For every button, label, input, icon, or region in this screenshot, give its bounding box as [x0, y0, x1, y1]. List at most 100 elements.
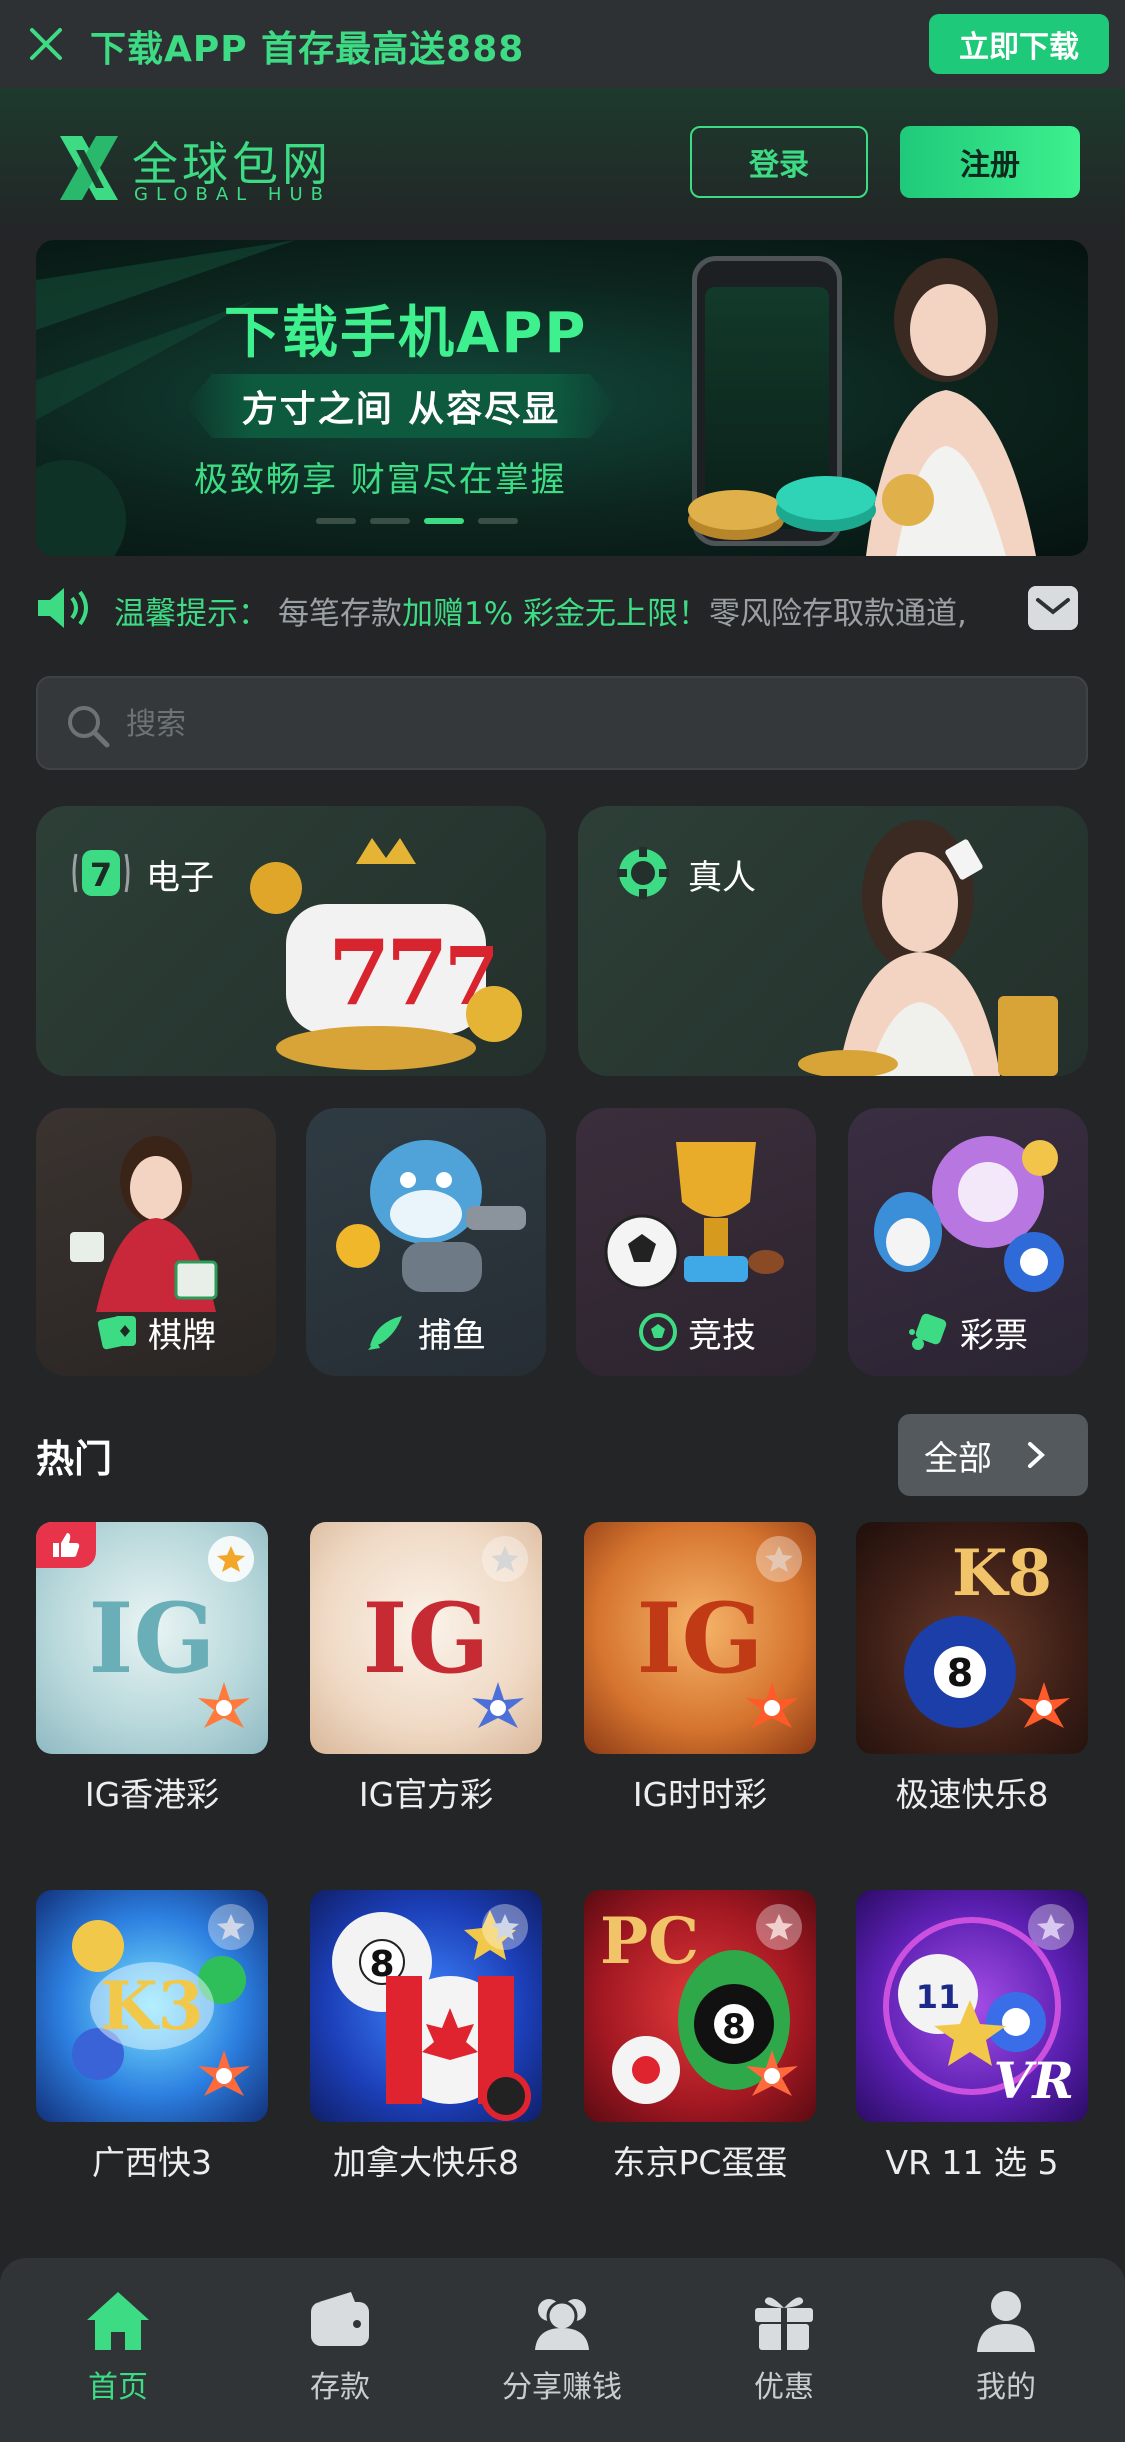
banner-subtitle: 方寸之间 从容尽显 — [241, 389, 561, 430]
game-card[interactable]: K3 广西快3 — [36, 1890, 268, 2184]
star-icon — [765, 1546, 793, 1572]
game-card[interactable]: IG IG香港彩 — [36, 1522, 268, 1816]
coin-stack-image — [688, 474, 934, 540]
game-name: IG时时彩 — [632, 1775, 768, 1814]
login-button[interactable]: 登录 — [690, 126, 868, 198]
flower-badge-icon — [198, 1682, 250, 1728]
soccer-ball-icon — [639, 1313, 677, 1351]
star-icon — [765, 1914, 793, 1940]
search-icon — [68, 706, 110, 748]
game-card[interactable]: 8 加拿大快乐8 — [310, 1890, 542, 2184]
game-card[interactable]: IG IG官方彩 — [310, 1522, 542, 1816]
wallet-icon — [311, 2292, 369, 2346]
home-icon — [87, 2292, 149, 2350]
flower-badge-icon — [746, 1682, 798, 1728]
chevron-right-icon — [1028, 1442, 1045, 1468]
banner-dot[interactable] — [478, 518, 518, 524]
logo-subtitle: GLOBAL HUB — [134, 184, 331, 205]
search-input[interactable] — [126, 696, 1026, 752]
game-name: 极速快乐8 — [895, 1775, 1049, 1814]
logo[interactable]: 全球包网 GLOBAL HUB — [56, 128, 356, 208]
thumbs-up-icon — [53, 1533, 80, 1557]
view-all-label: 全部 — [924, 1438, 992, 1479]
favorite-star-button[interactable] — [208, 1904, 254, 1950]
tab-label: 存款 — [310, 2370, 370, 2405]
tab-promotions[interactable]: 优惠 — [704, 2288, 864, 2418]
lottery-balls-image — [874, 1136, 1064, 1292]
banner-dot[interactable] — [370, 518, 410, 524]
close-icon[interactable] — [26, 24, 66, 64]
banner-dot[interactable] — [316, 518, 356, 524]
tab-label: 我的 — [976, 2370, 1036, 2405]
banner-tagline: 极致畅享 财富尽在掌握 — [194, 460, 567, 500]
category-lottery[interactable]: 彩票 — [848, 1108, 1088, 1376]
game-name: VR 11 选 5 — [885, 2143, 1059, 2182]
download-bar: 下载APP 首存最高送888 立即下载 — [0, 0, 1125, 88]
users-icon — [535, 2299, 589, 2350]
favorite-star-button[interactable] — [756, 1904, 802, 1950]
notice-text: 每笔存款加赠1% 彩金无上限！零风险存取款通道, — [278, 588, 1038, 633]
game-name: 加拿大快乐8 — [333, 2143, 519, 2182]
notice-label: 温馨提示： — [114, 596, 269, 632]
favorite-star-button[interactable] — [756, 1536, 802, 1582]
tab-profile[interactable]: 我的 — [926, 2288, 1086, 2418]
logo-x-icon — [60, 136, 118, 200]
tab-label: 分享赚钱 — [502, 2370, 622, 2405]
register-button[interactable]: 注册 — [900, 126, 1080, 198]
category-label: 彩票 — [960, 1316, 1028, 1356]
lottery-ticket-icon — [909, 1313, 947, 1350]
tab-label: 优惠 — [754, 2370, 814, 2405]
download-now-button[interactable]: 立即下载 — [929, 14, 1109, 74]
tab-home[interactable]: 首页 — [38, 2288, 198, 2418]
thumbs-up-badge — [36, 1522, 96, 1568]
game-thumbnail: 11 VR — [856, 1890, 1088, 2122]
category-label: 捕鱼 — [418, 1316, 486, 1356]
favorite-star-button[interactable] — [482, 1536, 528, 1582]
favorite-star-button[interactable] — [208, 1536, 254, 1582]
game-card[interactable]: 8 K8 极速快乐8 — [856, 1522, 1088, 1816]
gift-icon — [755, 2297, 813, 2350]
user-icon — [977, 2291, 1035, 2352]
banner-pagination — [316, 518, 518, 524]
game-thumbnail: IG — [584, 1522, 816, 1754]
category-sports[interactable]: 竞技 — [576, 1108, 816, 1376]
game-card[interactable]: 8 PC 东京PC蛋蛋 — [584, 1890, 816, 2184]
speaker-icon — [38, 588, 88, 628]
trophy-ball-image — [604, 1142, 784, 1290]
game-card[interactable]: 11 VR VR 11 选 5 — [856, 1890, 1088, 2184]
star-icon — [491, 1546, 519, 1572]
notice-marquee[interactable]: 温馨提示： 每笔存款加赠1% 彩金无上限！零风险存取款通道, — [36, 580, 1088, 636]
category-live[interactable]: 真人 — [578, 806, 1088, 1076]
banner-subtitle-ribbon: 方寸之间 从容尽显 — [186, 374, 616, 438]
game-thumbnail: IG — [36, 1522, 268, 1754]
game-name: IG香港彩 — [84, 1775, 220, 1814]
game-thumbnail: 8 PC — [584, 1890, 816, 2122]
game-card[interactable]: IG IG时时彩 — [584, 1522, 816, 1816]
search-bar[interactable] — [36, 676, 1088, 770]
tab-label: 首页 — [88, 2370, 148, 2405]
category-label: 竞技 — [688, 1316, 756, 1356]
svg-text:7: 7 — [328, 920, 391, 1026]
category-chess[interactable]: 棋牌 — [36, 1108, 276, 1376]
casino-chip-icon — [617, 847, 669, 899]
banner-dot-active[interactable] — [424, 518, 464, 524]
shark-gunner-image — [336, 1140, 526, 1292]
view-all-button[interactable]: 全部 — [898, 1414, 1088, 1496]
promo-banner[interactable]: 下载手机APP 方寸之间 从容尽显 极致畅享 财富尽在掌握 — [36, 240, 1088, 556]
cards-icon — [97, 1316, 136, 1350]
favorite-star-button[interactable] — [482, 1904, 528, 1950]
mail-icon[interactable] — [1028, 586, 1078, 630]
banner-headline: 下载手机APP — [224, 301, 588, 366]
tab-deposit[interactable]: 存款 — [260, 2288, 420, 2418]
svg-text:7: 7 — [386, 920, 449, 1026]
chess-cards-image — [70, 1136, 218, 1312]
game-thumbnail: 8 K8 — [856, 1522, 1088, 1754]
game-thumbnail: 8 — [310, 1890, 542, 2122]
tab-share-earn[interactable]: 分享赚钱 — [482, 2288, 642, 2418]
star-icon — [217, 1914, 245, 1940]
category-slots[interactable]: 7 电子 7 7 7 — [36, 806, 546, 1076]
category-fishing[interactable]: 捕鱼 — [306, 1108, 546, 1376]
notice-text-highlight: 加赠1% 彩金无上限！ — [402, 596, 710, 632]
slot-seven-icon: 7 — [72, 850, 130, 896]
favorite-star-button[interactable] — [1028, 1904, 1074, 1950]
